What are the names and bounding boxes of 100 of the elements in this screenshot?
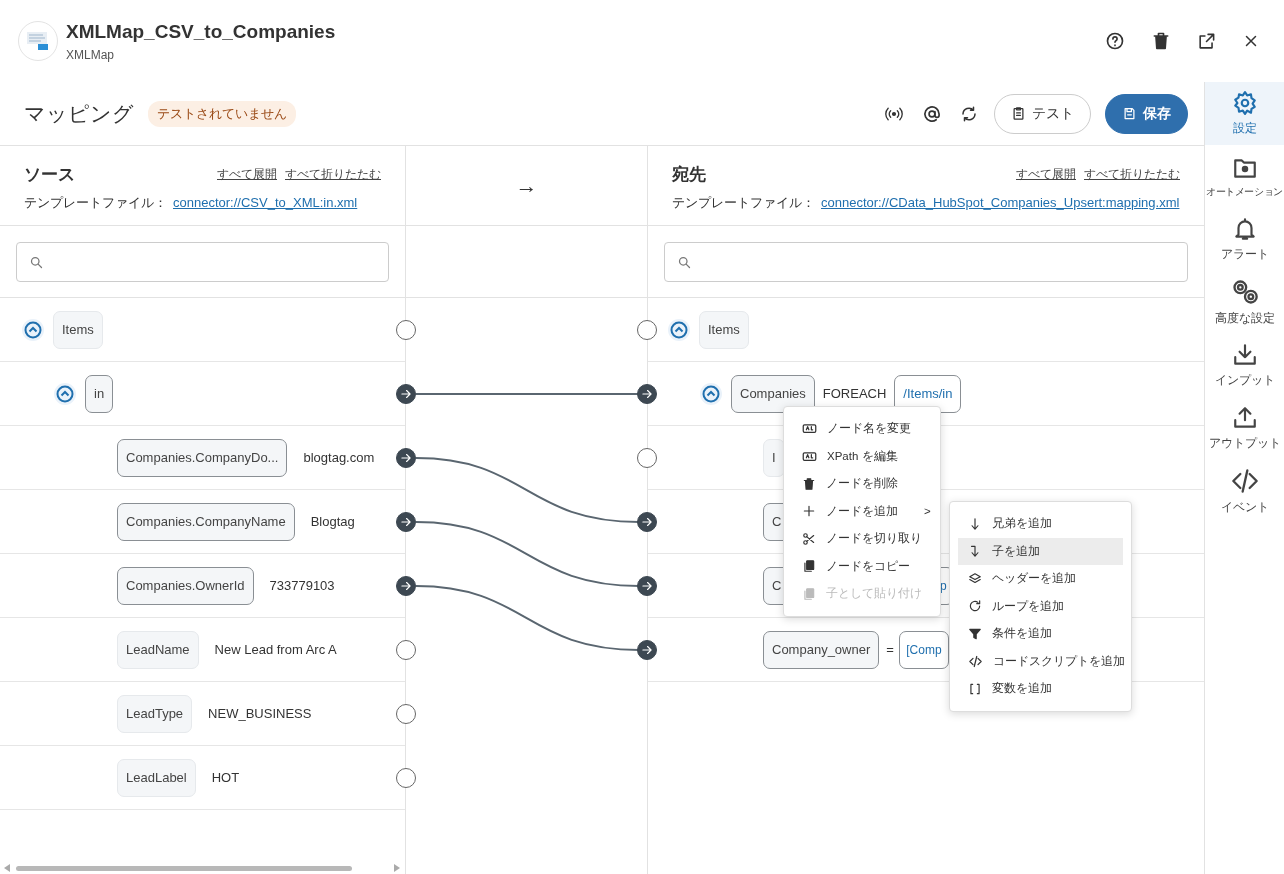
collapse-toggle[interactable] bbox=[700, 382, 722, 405]
menu-item[interactable]: XPath を編集 bbox=[792, 442, 932, 470]
connected-port[interactable] bbox=[396, 447, 416, 468]
gear-icon bbox=[1231, 90, 1258, 116]
connected-port[interactable] bbox=[637, 639, 657, 660]
empty-port[interactable] bbox=[396, 639, 416, 660]
test-button[interactable]: テスト bbox=[994, 93, 1091, 134]
node-chip[interactable]: in bbox=[85, 374, 114, 413]
search-field[interactable] bbox=[16, 242, 389, 282]
connected-port[interactable] bbox=[637, 383, 657, 404]
menu-item[interactable]: ループを追加 bbox=[958, 592, 1123, 620]
node-chip[interactable]: Items bbox=[699, 310, 749, 349]
menu-item[interactable]: ノード名を変更 bbox=[792, 415, 932, 443]
gears-icon bbox=[1230, 278, 1259, 306]
code-icon bbox=[1230, 467, 1259, 495]
search-icon bbox=[29, 254, 44, 270]
save-button[interactable]: 保存 bbox=[1105, 93, 1188, 134]
funnel-icon bbox=[968, 626, 982, 641]
paste-icon bbox=[802, 586, 816, 601]
sidebar-item[interactable]: アウトプット bbox=[1205, 397, 1284, 460]
loop-icon bbox=[968, 599, 982, 614]
sidebar-item[interactable]: インプット bbox=[1205, 334, 1284, 397]
template-link[interactable]: connector://CSV_to_XML:in.xml bbox=[173, 195, 358, 210]
panel-title: ソース bbox=[24, 164, 75, 186]
sidebar-item[interactable]: オートメーション bbox=[1205, 145, 1284, 208]
menu-item[interactable]: ノードを切り取り bbox=[792, 525, 932, 553]
menu-item[interactable]: 子を追加 bbox=[958, 537, 1123, 565]
node-chip[interactable]: Items bbox=[53, 310, 103, 349]
menu-item[interactable]: コードスクリプトを追加 bbox=[958, 647, 1123, 675]
mapping-arrow: → bbox=[515, 172, 538, 199]
empty-port[interactable] bbox=[637, 447, 657, 468]
node-chip[interactable]: LeadLabel bbox=[117, 758, 196, 797]
empty-port[interactable] bbox=[396, 767, 416, 788]
menu-item[interactable]: ヘッダーを追加 bbox=[958, 565, 1123, 593]
status-badge: テストされていません bbox=[148, 100, 296, 127]
sidebar-item[interactable]: イベント bbox=[1205, 460, 1284, 523]
copy-icon bbox=[802, 559, 816, 574]
panel-title: 宛先 bbox=[672, 164, 706, 186]
sample-value: blogtag.com bbox=[303, 450, 375, 465]
node-chip[interactable]: Companies bbox=[731, 374, 815, 413]
empty-port[interactable] bbox=[396, 319, 416, 340]
collapse-toggle[interactable] bbox=[22, 318, 44, 341]
plus-icon bbox=[802, 504, 816, 519]
sidebar-item[interactable]: 設定 bbox=[1205, 82, 1284, 145]
search-field[interactable] bbox=[664, 242, 1188, 282]
menu-item[interactable]: 兄弟を追加 bbox=[958, 510, 1123, 538]
empty-port[interactable] bbox=[637, 319, 657, 340]
sample-value: HOT bbox=[211, 770, 240, 785]
code-icon bbox=[968, 653, 983, 669]
loop-keyword: FOREACH bbox=[822, 386, 887, 401]
brackets-icon bbox=[968, 681, 982, 696]
node-chip[interactable]: Companies.CompanyDo... bbox=[117, 438, 288, 477]
node-chip[interactable]: LeadName bbox=[117, 630, 199, 669]
template-link[interactable]: connector://CData_HubSpot_Companies_Upsert:mapping.xml bbox=[821, 195, 1180, 210]
menu-item[interactable]: 条件を追加 bbox=[958, 620, 1123, 648]
connected-port[interactable] bbox=[396, 575, 416, 596]
connected-port[interactable] bbox=[637, 575, 657, 596]
connected-port[interactable] bbox=[396, 383, 416, 404]
empty-port[interactable] bbox=[396, 703, 416, 724]
sidebar-item[interactable]: 高度な設定 bbox=[1205, 271, 1284, 334]
scissors-icon bbox=[802, 531, 816, 546]
submenu-arrow: > bbox=[923, 505, 931, 518]
node-chip[interactable]: I bbox=[763, 438, 785, 477]
sample-value: 733779103 bbox=[269, 578, 335, 593]
sample-value: New Lead from Arc A bbox=[214, 642, 337, 657]
node-chip[interactable]: Company_owner bbox=[763, 630, 880, 669]
sample-value: NEW_BUSINESS bbox=[208, 706, 312, 721]
expression-chip[interactable]: [Comp bbox=[899, 630, 949, 669]
sample-value: Blogtag bbox=[310, 514, 355, 529]
menu-item[interactable]: ノードを追加 > bbox=[792, 497, 932, 525]
node-chip[interactable]: Companies.CompanyName bbox=[117, 502, 295, 541]
upload-tray-icon bbox=[1231, 405, 1258, 431]
clipboard-icon bbox=[1011, 106, 1026, 121]
collapse-toggle[interactable] bbox=[668, 318, 690, 341]
template-label: テンプレートファイル： bbox=[672, 194, 815, 212]
at-sign-icon bbox=[922, 103, 942, 124]
download-tray-icon bbox=[1231, 342, 1258, 368]
window-title: XMLMap_CSV_to_Companies bbox=[66, 20, 336, 43]
connected-port[interactable] bbox=[637, 511, 657, 532]
refresh-icon bbox=[960, 104, 978, 123]
layers-icon bbox=[968, 571, 982, 586]
node-chip[interactable]: Companies.OwnerId bbox=[117, 566, 254, 605]
connected-port[interactable] bbox=[396, 511, 416, 532]
expand-all-link[interactable]: すべて展開 bbox=[1016, 166, 1076, 183]
window-subtitle: XMLMap bbox=[66, 47, 116, 62]
collapse-toggle[interactable] bbox=[54, 382, 76, 405]
page-title: マッピング bbox=[24, 100, 134, 127]
template-label: テンプレートファイル： bbox=[24, 194, 167, 212]
collapse-all-link[interactable]: すべて折りたたむ bbox=[285, 166, 381, 183]
expand-all-link[interactable]: すべて展開 bbox=[217, 166, 277, 183]
menu-item[interactable]: ノードをコピー bbox=[792, 552, 932, 580]
menu-item[interactable]: ノードを削除 bbox=[792, 470, 932, 498]
node-chip[interactable]: LeadType bbox=[117, 694, 193, 733]
menu-item[interactable]: 変数を追加 bbox=[958, 675, 1123, 703]
trash-icon bbox=[1151, 31, 1171, 51]
sidebar-item[interactable]: アラート bbox=[1205, 208, 1284, 271]
equals-sign: = bbox=[886, 642, 893, 657]
scrollbar-thumb[interactable] bbox=[16, 865, 352, 871]
search-icon bbox=[677, 254, 692, 270]
collapse-all-link[interactable]: すべて折りたたむ bbox=[1084, 166, 1180, 183]
